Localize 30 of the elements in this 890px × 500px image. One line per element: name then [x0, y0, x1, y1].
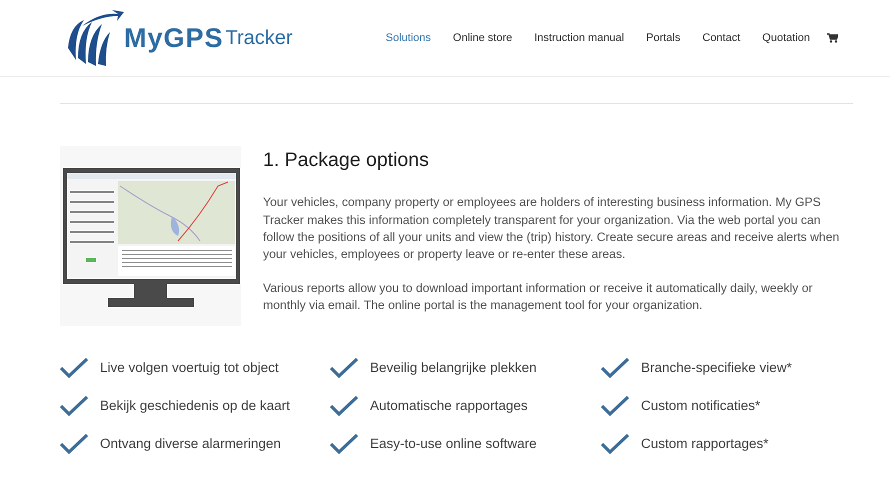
logo-text: MyGPS	[124, 22, 224, 55]
paragraph: Various reports allow you to download important information or receive it automatically daily, weekly or monthly via email. The online portal is the management tool for your organization.	[263, 280, 814, 314]
nav-link-item[interactable]: Online store	[442, 30, 524, 46]
checkmark-icon	[60, 396, 88, 416]
checkmark-icon	[330, 396, 358, 416]
checkmark-icon	[601, 396, 629, 416]
feature-text: Automatische rapportages	[370, 397, 528, 416]
feature-text: Ontvang diverse alarmeringen	[100, 435, 281, 454]
checkmark-icon	[601, 434, 629, 454]
feature-text: Beveilig belangrijke plekken	[370, 359, 537, 378]
checkmark-icon	[601, 358, 629, 378]
checkmark-icon	[330, 358, 358, 378]
nav-link-item[interactable]: Portals	[635, 30, 692, 46]
feature-text: Live volgen voertuig tot object	[100, 359, 279, 378]
checkmark-icon	[330, 434, 358, 454]
nav-link-item[interactable]: Contact	[691, 30, 752, 46]
feature-text: Custom notificaties*	[641, 397, 760, 416]
feature-text: Easy-to-use online software	[370, 435, 537, 454]
paragraph: Your vehicles, company property or employees are holders of interesting business information. My GPS Tracker makes this information completely transparent for your organization. Via the web portal you can follow the positions of all your units and view the (trip) history. Create secure areas and receive alerts when your vehicles, employees or property leave or re-enter these areas.	[263, 194, 840, 264]
checkmark-icon	[60, 358, 88, 378]
checkmark-icon	[60, 434, 88, 454]
nav-link-item[interactable]: Instruction manual	[523, 30, 636, 46]
feature-text: Custom rapportages*	[641, 435, 769, 454]
section-title: 1. Package options	[263, 149, 430, 172]
cart-icon[interactable]	[827, 33, 838, 43]
feature-text: Branche-specifieke view*	[641, 359, 792, 378]
feature-text: Bekijk geschiedenis op de kaart	[100, 397, 290, 416]
logo-text: Tracker	[226, 26, 293, 51]
nav-link-item[interactable]: Quotation	[751, 30, 821, 46]
nav-link-item[interactable]: Solutions	[374, 30, 442, 46]
